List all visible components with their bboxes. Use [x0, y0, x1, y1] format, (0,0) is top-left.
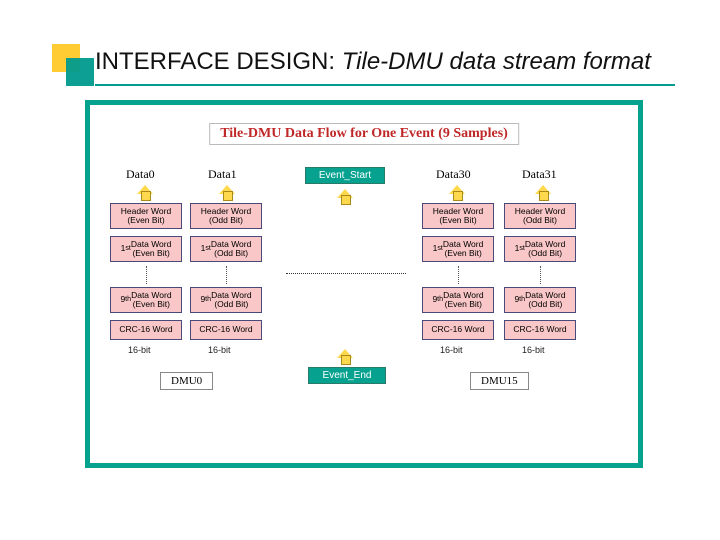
box-ninth-even: 9th Data Word(Even Bit) — [422, 287, 494, 313]
dmu0-label: DMU0 — [160, 372, 213, 390]
vdots — [540, 266, 542, 284]
bit-label: 16-bit — [522, 345, 545, 355]
col-data1: Data1 — [208, 167, 237, 182]
col-data30: Data30 — [436, 167, 471, 182]
box-header-odd: Header Word(Odd Bit) — [504, 203, 576, 229]
accent-decor — [52, 44, 80, 72]
diagram-frame: Tile-DMU Data Flow for One Event (9 Samp… — [85, 100, 643, 468]
title-strong: INTERFACE DESIGN: — [95, 48, 335, 75]
title-em: Tile-DMU data stream format — [342, 48, 651, 75]
box-crc: CRC-16 Word — [190, 320, 262, 340]
box-ninth-odd: 9th Data Word(Odd Bit) — [504, 287, 576, 313]
box-first-even: 1st Data Word(Even Bit) — [422, 236, 494, 262]
vdots — [458, 266, 460, 284]
vdots — [146, 266, 148, 284]
box-crc: CRC-16 Word — [110, 320, 182, 340]
arrow-up-icon — [338, 189, 352, 205]
box-ninth-odd: 9th Data Word(Odd Bit) — [190, 287, 262, 313]
box-header-even: Header Word(Even Bit) — [422, 203, 494, 229]
arrow-up-icon — [536, 185, 550, 201]
event-start: Event_Start — [305, 167, 385, 184]
bit-label: 16-bit — [128, 345, 151, 355]
bit-label: 16-bit — [440, 345, 463, 355]
box-ninth-even: 9th Data Word(Even Bit) — [110, 287, 182, 313]
box-first-odd: 1st Data Word(Odd Bit) — [504, 236, 576, 262]
flow-title: Tile-DMU Data Flow for One Event (9 Samp… — [209, 123, 519, 145]
box-crc: CRC-16 Word — [504, 320, 576, 340]
arrow-up-icon — [338, 349, 352, 365]
title-rule — [95, 84, 675, 86]
dmu15-label: DMU15 — [470, 372, 529, 390]
box-first-even: 1st Data Word(Even Bit) — [110, 236, 182, 262]
page-title: INTERFACE DESIGN: Tile-DMU data stream f… — [95, 48, 651, 76]
diagram-inner: Tile-DMU Data Flow for One Event (9 Samp… — [90, 105, 638, 463]
bit-label: 16-bit — [208, 345, 231, 355]
vdots — [226, 266, 228, 284]
col-data31: Data31 — [522, 167, 557, 182]
arrow-up-icon — [138, 185, 152, 201]
arrow-up-icon — [450, 185, 464, 201]
box-first-odd: 1st Data Word(Odd Bit) — [190, 236, 262, 262]
box-header-even: Header Word(Even Bit) — [110, 203, 182, 229]
event-end: Event_End — [308, 367, 386, 384]
hdots — [286, 273, 406, 275]
box-crc: CRC-16 Word — [422, 320, 494, 340]
arrow-up-icon — [220, 185, 234, 201]
col-data0: Data0 — [126, 167, 155, 182]
box-header-odd: Header Word(Odd Bit) — [190, 203, 262, 229]
